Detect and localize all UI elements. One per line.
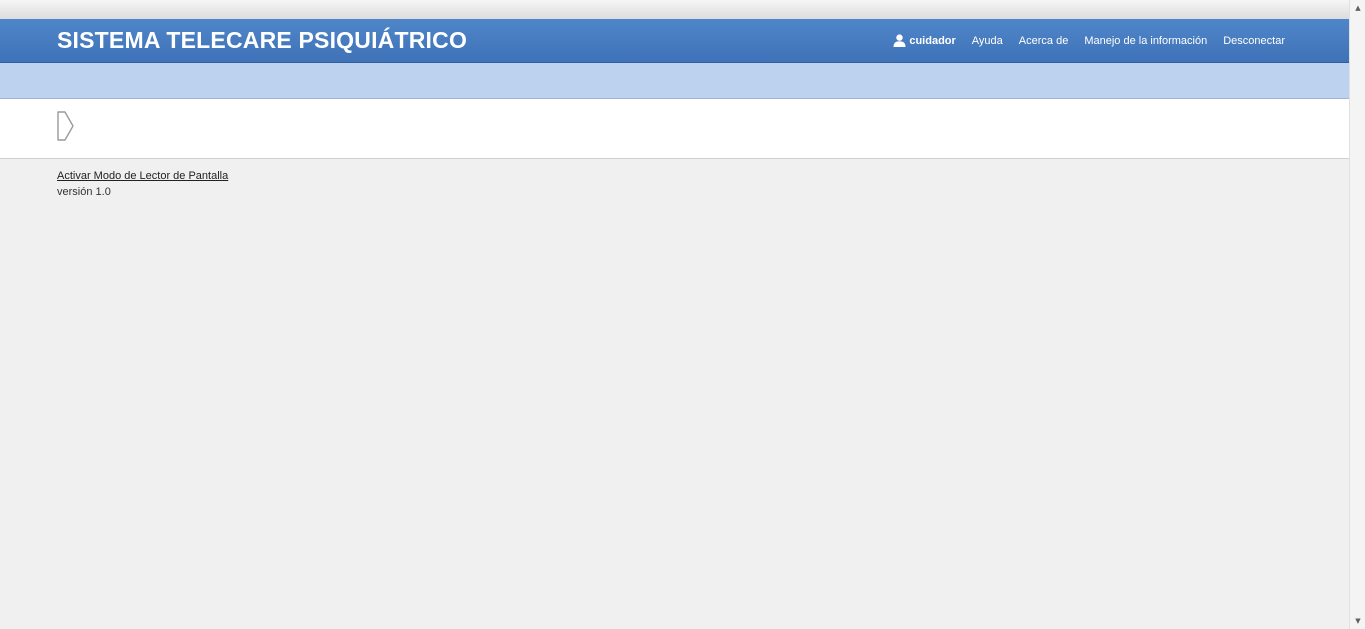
logout-link[interactable]: Desconectar — [1223, 35, 1285, 47]
app-title[interactable]: SISTEMA TELECARE PSIQUIÁTRICO — [57, 27, 467, 54]
footer: Activar Modo de Lector de Pantalla versi… — [57, 168, 228, 200]
version-text: versión 1.0 — [57, 186, 111, 198]
vertical-scrollbar[interactable]: ▲ ▼ — [1349, 0, 1365, 629]
screen-reader-mode-link[interactable]: Activar Modo de Lector de Pantalla — [57, 170, 228, 182]
scroll-down-arrow-icon[interactable]: ▼ — [1350, 613, 1365, 629]
user-menu[interactable]: cuidador — [893, 34, 956, 47]
top-navbar: SISTEMA TELECARE PSIQUIÁTRICO cuidador A… — [0, 19, 1349, 63]
user-icon — [893, 34, 906, 47]
info-management-link[interactable]: Manejo de la información — [1084, 35, 1207, 47]
help-link[interactable]: Ayuda — [972, 35, 1003, 47]
nav-links: cuidador Ayuda Acerca de Manejo de la in… — [893, 19, 1285, 62]
main-content-strip — [0, 99, 1349, 159]
about-link[interactable]: Acerca de — [1019, 35, 1069, 47]
browser-toolbar — [0, 0, 1349, 20]
sub-navbar — [0, 63, 1349, 99]
user-name: cuidador — [909, 34, 956, 47]
scroll-up-arrow-icon[interactable]: ▲ — [1350, 0, 1365, 16]
chevron-right-icon[interactable] — [56, 110, 76, 147]
